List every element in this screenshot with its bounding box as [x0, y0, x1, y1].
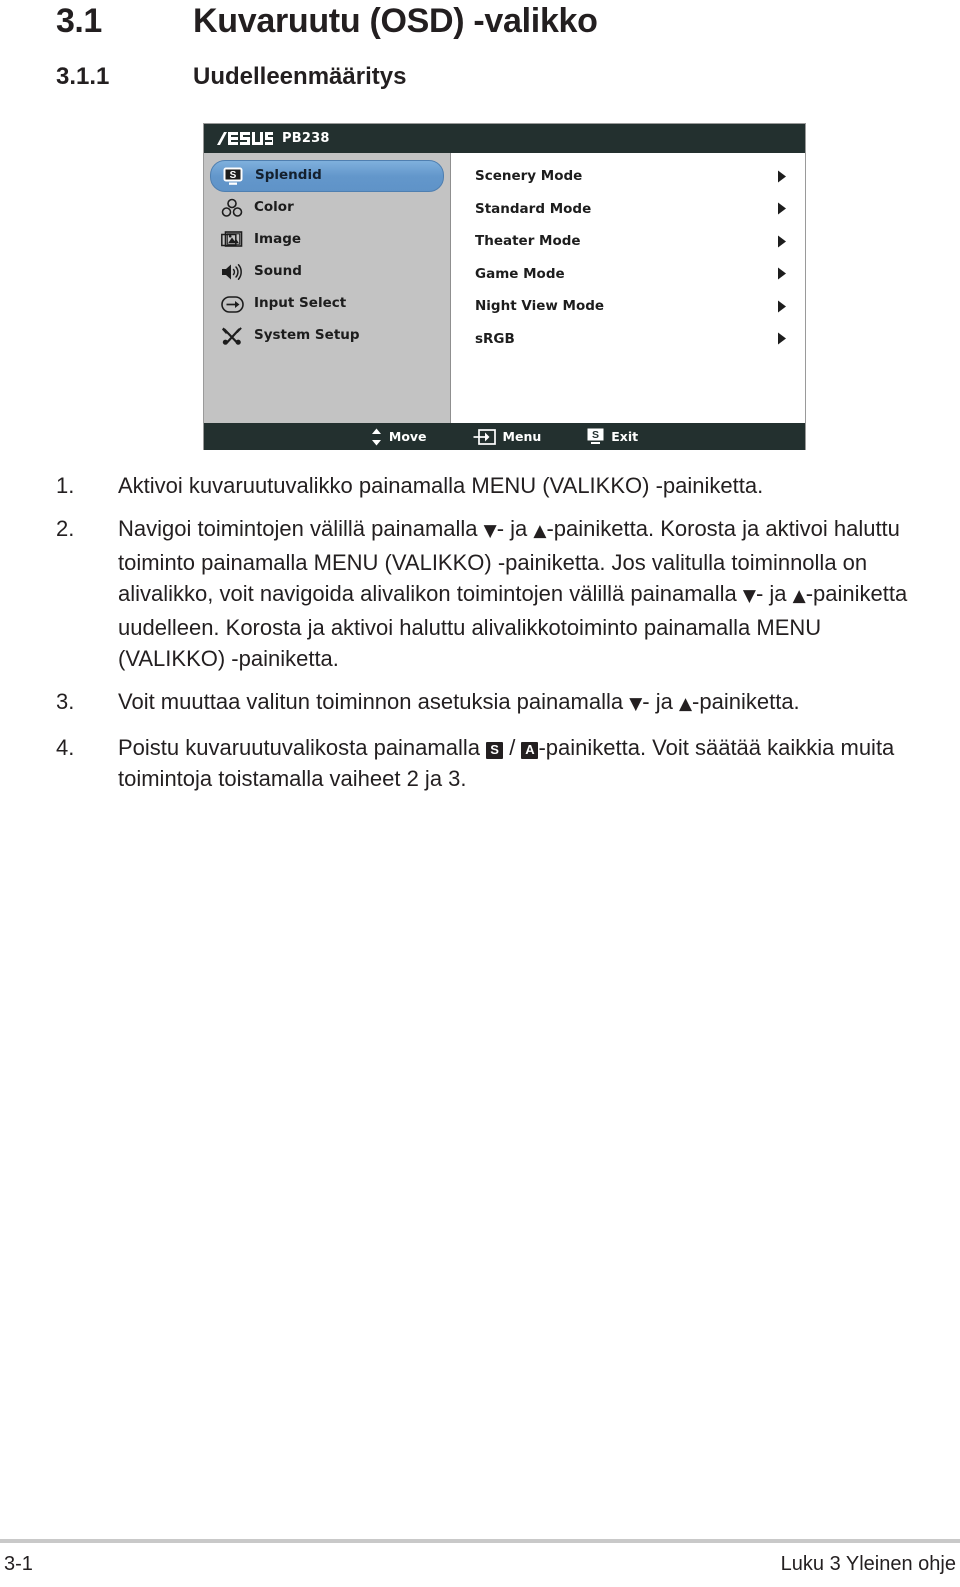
step-text: Poistu kuvaruutuvalikosta painamalla S /… [118, 735, 895, 791]
sidebar-item-splendid[interactable]: S Splendid [210, 160, 444, 192]
osd-titlebar: PB238 [204, 124, 805, 153]
sidebar-item-label: Color [254, 199, 294, 216]
key-a-icon: A [521, 742, 539, 759]
sound-speaker-icon [220, 261, 244, 283]
page-number: 3-1 [4, 1553, 33, 1575]
osd-hint-label: Move [388, 429, 427, 444]
osd-option-theater-mode[interactable]: Theater Mode [451, 225, 805, 258]
osd-option-night-view-mode[interactable]: Night View Mode [451, 290, 805, 323]
menu-enter-icon [473, 428, 496, 445]
up-arrow-glyph: ▲ [533, 521, 547, 541]
splendid-monitor-icon: S [221, 165, 245, 187]
osd-option-label: Standard Mode [475, 200, 592, 217]
input-arrow-icon [220, 293, 244, 315]
up-arrow-glyph: ▲ [678, 694, 693, 714]
osd-model-label: PB238 [282, 131, 330, 146]
instruction-steps: 1. Aktivoi kuvaruutuvalikko painamalla M… [56, 470, 922, 806]
osd-hint-label: Exit [611, 429, 639, 444]
instruction-step: 2. Navigoi toimintojen välillä painamall… [56, 513, 922, 674]
sidebar-item-label: Input Select [254, 295, 347, 312]
chevron-right-icon [777, 267, 787, 280]
instruction-step: 4. Poistu kuvaruutuvalikosta painamalla … [56, 732, 922, 794]
osd-hint-move[interactable]: Move [371, 428, 427, 446]
osd-main-list: Scenery Mode Standard Mode Theater Mode … [451, 153, 805, 423]
key-s-icon: S [486, 742, 504, 759]
color-droplets-icon [220, 197, 244, 219]
sidebar-item-color[interactable]: Color [210, 192, 444, 224]
up-down-arrows-icon [371, 428, 382, 446]
osd-body: S Splendid Color Image Sound Input Selec… [204, 153, 805, 423]
step-number: 3. [56, 689, 75, 714]
splendid-s-key-icon: S [587, 428, 604, 445]
image-picture-icon [220, 229, 244, 251]
instruction-step: 1. Aktivoi kuvaruutuvalikko painamalla M… [56, 470, 922, 501]
osd-option-label: Theater Mode [475, 233, 581, 250]
chapter-label: Luku 3 Yleinen ohje [780, 1553, 956, 1575]
osd-option-label: Night View Mode [475, 298, 605, 315]
section-title: Kuvaruutu (OSD) -valikko [193, 2, 598, 40]
chevron-right-icon [777, 170, 787, 183]
step-number: 1. [56, 473, 75, 498]
step-number: 2. [56, 516, 75, 541]
sidebar-item-label: System Setup [254, 327, 360, 344]
instruction-step: 3. Voit muuttaa valitun toiminnon asetuk… [56, 686, 922, 720]
chevron-right-icon [777, 235, 787, 248]
osd-option-scenery-mode[interactable]: Scenery Mode [451, 160, 805, 193]
osd-option-srgb[interactable]: sRGB [451, 323, 805, 356]
sidebar-item-label: Splendid [255, 167, 322, 184]
page-title: 3.1 Kuvaruutu (OSD) -valikko [56, 2, 598, 41]
footer-divider [0, 1539, 960, 1543]
step-number: 4. [56, 735, 75, 760]
osd-hint-exit[interactable]: S Exit [587, 428, 638, 445]
up-arrow-glyph: ▲ [792, 586, 806, 606]
step-text: Navigoi toimintojen välillä painamalla ▼… [118, 516, 908, 671]
subsection-number: 3.1.1 [56, 63, 110, 90]
down-arrow-glyph: ▼ [483, 521, 497, 541]
sidebar-item-system-setup[interactable]: System Setup [210, 320, 444, 352]
osd-option-label: sRGB [475, 330, 515, 347]
sidebar-item-input-select[interactable]: Input Select [210, 288, 444, 320]
down-arrow-glyph: ▼ [742, 586, 756, 606]
osd-option-standard-mode[interactable]: Standard Mode [451, 193, 805, 226]
sidebar-item-label: Image [254, 231, 302, 248]
chevron-right-icon [777, 332, 787, 345]
svg-text:S: S [230, 170, 237, 181]
subsection-title: Uudelleenmääritys [193, 63, 407, 90]
down-arrow-glyph: ▼ [629, 694, 643, 714]
osd-option-label: Game Mode [475, 265, 565, 282]
sidebar-item-sound[interactable]: Sound [210, 256, 444, 288]
svg-text:S: S [592, 429, 599, 441]
chevron-right-icon [777, 300, 787, 313]
osd-option-label: Scenery Mode [475, 168, 583, 185]
osd-hint-menu[interactable]: Menu [473, 428, 542, 445]
osd-option-game-mode[interactable]: Game Mode [451, 258, 805, 291]
osd-hint-label: Menu [502, 429, 542, 444]
asus-logo-icon [217, 131, 273, 146]
sidebar-item-label: Sound [254, 263, 302, 280]
osd-footer-hints: Move Menu S Exit [204, 423, 805, 450]
chevron-right-icon [777, 202, 787, 215]
step-text: Voit muuttaa valitun toiminnon asetuksia… [118, 689, 800, 714]
step-text: Aktivoi kuvaruutuvalikko painamalla MENU… [118, 473, 764, 498]
system-tools-icon [220, 325, 244, 347]
section-number: 3.1 [56, 2, 102, 40]
sidebar-item-image[interactable]: Image [210, 224, 444, 256]
osd-sidebar: S Splendid Color Image Sound Input Selec… [204, 153, 451, 423]
subsection-title-row: 3.1.1 Uudelleenmääritys [56, 63, 406, 91]
osd-menu-screenshot: PB238 S Splendid Color Image Sound Input… [203, 123, 806, 450]
